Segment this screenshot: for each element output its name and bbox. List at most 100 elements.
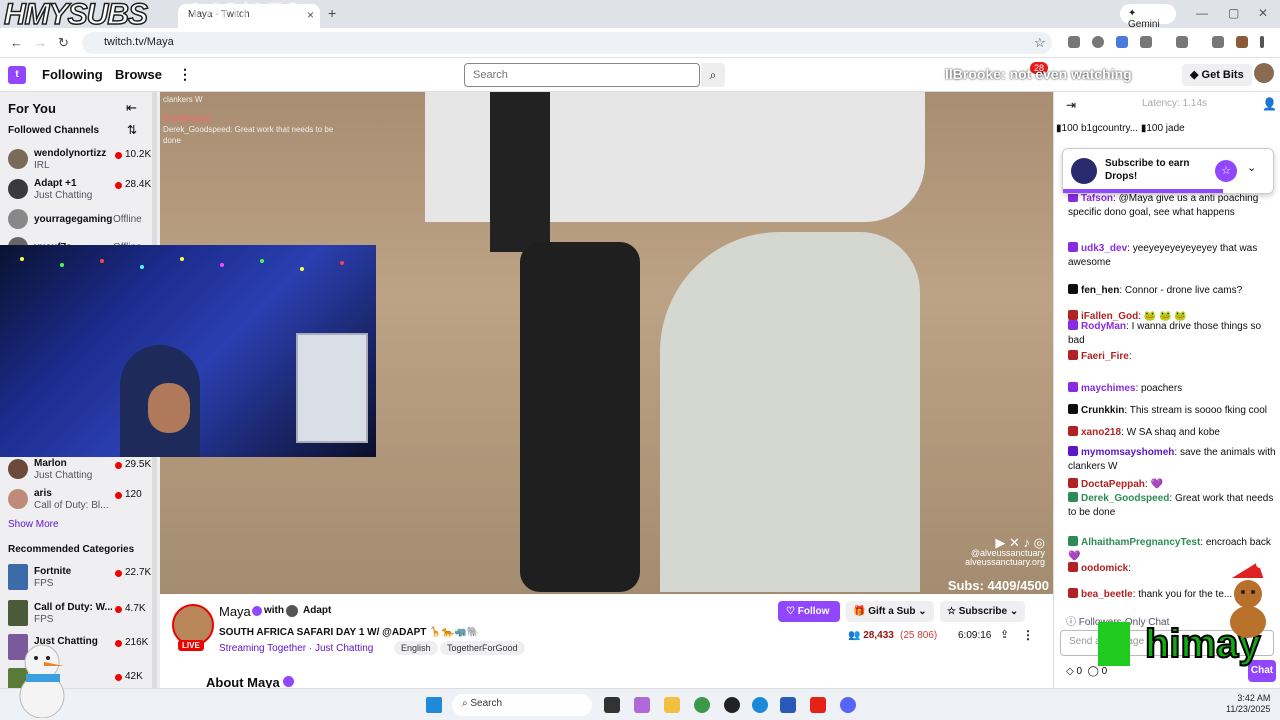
category-item[interactable]: Call of Duty: W... FPS 4.7K xyxy=(8,600,156,628)
get-bits-button[interactable]: ◆ Get Bits xyxy=(1182,64,1252,86)
chat-badge-icon xyxy=(1068,426,1078,436)
avatar xyxy=(8,459,28,479)
user-avatar[interactable] xyxy=(1254,63,1274,83)
for-you-heading: For You xyxy=(8,101,56,116)
bits-count: 0 xyxy=(1076,666,1083,677)
system-clock[interactable]: 3:42 AM 11/23/2025 xyxy=(1226,693,1270,715)
collab-avatar[interactable] xyxy=(286,605,298,617)
maximize-icon[interactable]: ▢ xyxy=(1228,6,1239,20)
channel-name: wendolynortizz xyxy=(34,148,107,159)
chat-badge-icon xyxy=(1068,478,1078,488)
search-icon[interactable]: ⌕ xyxy=(701,63,725,87)
followed-channel-item[interactable]: Adapt +1 Just Chatting 28.4K xyxy=(8,176,156,204)
copilot-icon[interactable] xyxy=(634,697,650,713)
chevron-down-icon[interactable]: ⌄ xyxy=(1247,161,1256,174)
tag-togetherforgood[interactable]: TogetherForGood xyxy=(440,641,525,655)
tab-close-icon[interactable]: × xyxy=(307,8,314,22)
twitch-logo-icon[interactable]: t xyxy=(8,66,26,84)
chat-username[interactable]: Faeri_Fire xyxy=(1081,351,1129,362)
chat-username[interactable]: bea_beetle xyxy=(1081,589,1133,600)
live-dot xyxy=(115,606,122,613)
collapse-sidebar-icon[interactable]: ⇤ xyxy=(126,100,137,116)
category-item[interactable]: Fortnite FPS 22.7K xyxy=(8,564,156,592)
chat-username[interactable]: AlhaithamPregnancyTest xyxy=(1081,537,1200,548)
chat-username[interactable]: mymomsayshomeh xyxy=(1081,447,1174,458)
followed-channel-item[interactable]: aris Call of Duty: Bl... 120 xyxy=(8,486,156,514)
store-icon[interactable] xyxy=(780,697,796,713)
community-icon[interactable]: 👤 xyxy=(1262,97,1277,111)
chat-username[interactable]: xano218 xyxy=(1081,427,1121,438)
extensions-puzzle-icon[interactable] xyxy=(1140,36,1152,48)
followed-channel-item[interactable]: Marlon Just Chatting 29.5K xyxy=(8,456,156,484)
profile-icon[interactable] xyxy=(1236,36,1248,48)
back-icon[interactable]: ← xyxy=(10,35,23,50)
chat-username[interactable]: fen_hen xyxy=(1081,285,1119,296)
task-view-icon[interactable] xyxy=(604,697,620,713)
discord-icon[interactable] xyxy=(840,697,856,713)
stream-category-link[interactable]: Streaming Together · Just Chatting xyxy=(219,643,373,654)
search-input[interactable] xyxy=(464,63,700,87)
kebab-menu-icon[interactable] xyxy=(1260,36,1264,48)
chat-username[interactable]: maychimes xyxy=(1081,383,1135,394)
new-tab-button[interactable]: + xyxy=(328,5,336,21)
viewer-count: 22.7K xyxy=(125,567,152,578)
bookmark-star-icon[interactable]: ☆ xyxy=(1034,35,1046,51)
extension-icon[interactable] xyxy=(1068,36,1080,48)
followed-channel-item[interactable]: wendolynortizz IRL 10.2K xyxy=(8,146,156,174)
expand-chat-icon[interactable]: ⇥ xyxy=(1066,98,1076,112)
chat-username[interactable]: RodyMan xyxy=(1081,321,1126,332)
chat-username[interactable]: DoctaPeppah xyxy=(1081,479,1145,490)
youtube-icon[interactable] xyxy=(810,697,826,713)
tag-english[interactable]: English xyxy=(394,641,438,655)
chat-badge-icon xyxy=(1068,284,1078,294)
sort-icon[interactable]: ⇅ xyxy=(127,123,137,137)
chat-message: Derek_Goodspeed: Great work that needs t… xyxy=(1068,492,1276,520)
star-icon[interactable]: ☆ xyxy=(1215,160,1237,182)
share-icon[interactable]: ⇪ xyxy=(1000,628,1009,641)
edge-icon[interactable] xyxy=(752,697,768,713)
subscribe-button[interactable]: ☆ Subscribe ⌄ xyxy=(940,601,1026,622)
channel-game: Just Chatting xyxy=(34,190,93,201)
followed-channel-item[interactable]: yourragegaming Offline xyxy=(8,206,156,234)
app-icon[interactable] xyxy=(724,697,740,713)
menu-icon[interactable] xyxy=(1212,36,1224,48)
streamer-name[interactable]: Maya xyxy=(219,604,251,619)
taskbar-search[interactable]: ⌕ Search xyxy=(452,694,592,716)
counter-watermark: 140/150 xyxy=(186,0,302,32)
chat-message: DoctaPeppah: 💜 xyxy=(1068,478,1276,492)
chat-username[interactable]: udk3_dev xyxy=(1081,243,1127,254)
gift-sub-button[interactable]: 🎁 Gift a Sub ⌄ xyxy=(846,601,934,622)
live-dot xyxy=(115,570,122,577)
file-explorer-icon[interactable] xyxy=(664,697,680,713)
chat-badge-icon xyxy=(1068,588,1078,598)
chat-username[interactable]: oodomick xyxy=(1081,563,1128,574)
extension-icon[interactable] xyxy=(1116,36,1128,48)
chat-badge-icon xyxy=(1068,242,1078,252)
forward-icon[interactable]: → xyxy=(34,35,47,50)
chat-username[interactable]: Crunkkin xyxy=(1081,405,1124,416)
collab-name[interactable]: Adapt xyxy=(303,605,331,616)
reload-icon[interactable]: ↻ xyxy=(58,35,69,51)
nav-browse[interactable]: Browse xyxy=(115,67,162,82)
show-more-link[interactable]: Show More xyxy=(8,519,59,530)
close-window-icon[interactable]: ✕ xyxy=(1258,6,1268,20)
gemini-button[interactable]: ✦ Gemini xyxy=(1120,4,1176,30)
nav-following[interactable]: Following xyxy=(42,67,103,82)
url-field[interactable]: twitch.tv/Maya xyxy=(82,32,1052,54)
drops-banner[interactable]: Subscribe to earn Drops! ☆ ⌄ xyxy=(1062,148,1274,194)
drops-text: Subscribe to earn Drops! xyxy=(1105,158,1190,182)
live-dot xyxy=(115,492,122,499)
viewer-count: 10.2K xyxy=(125,149,152,160)
chat-badge-icon xyxy=(1068,492,1078,502)
extension-icon[interactable] xyxy=(1092,36,1104,48)
follow-button[interactable]: ♡ Follow xyxy=(778,601,840,622)
windows-start-icon[interactable] xyxy=(426,697,442,713)
more-options-icon[interactable]: ⋮ xyxy=(178,66,192,83)
more-options-icon[interactable]: ⋮ xyxy=(1022,628,1034,642)
cast-icon[interactable] xyxy=(1176,36,1188,48)
chrome-icon[interactable] xyxy=(694,697,710,713)
chat-username[interactable]: Tafson xyxy=(1081,193,1113,204)
video-tripod-shape xyxy=(520,242,640,592)
chat-username[interactable]: Derek_Goodspeed xyxy=(1081,493,1169,504)
minimize-icon[interactable]: — xyxy=(1196,6,1208,20)
